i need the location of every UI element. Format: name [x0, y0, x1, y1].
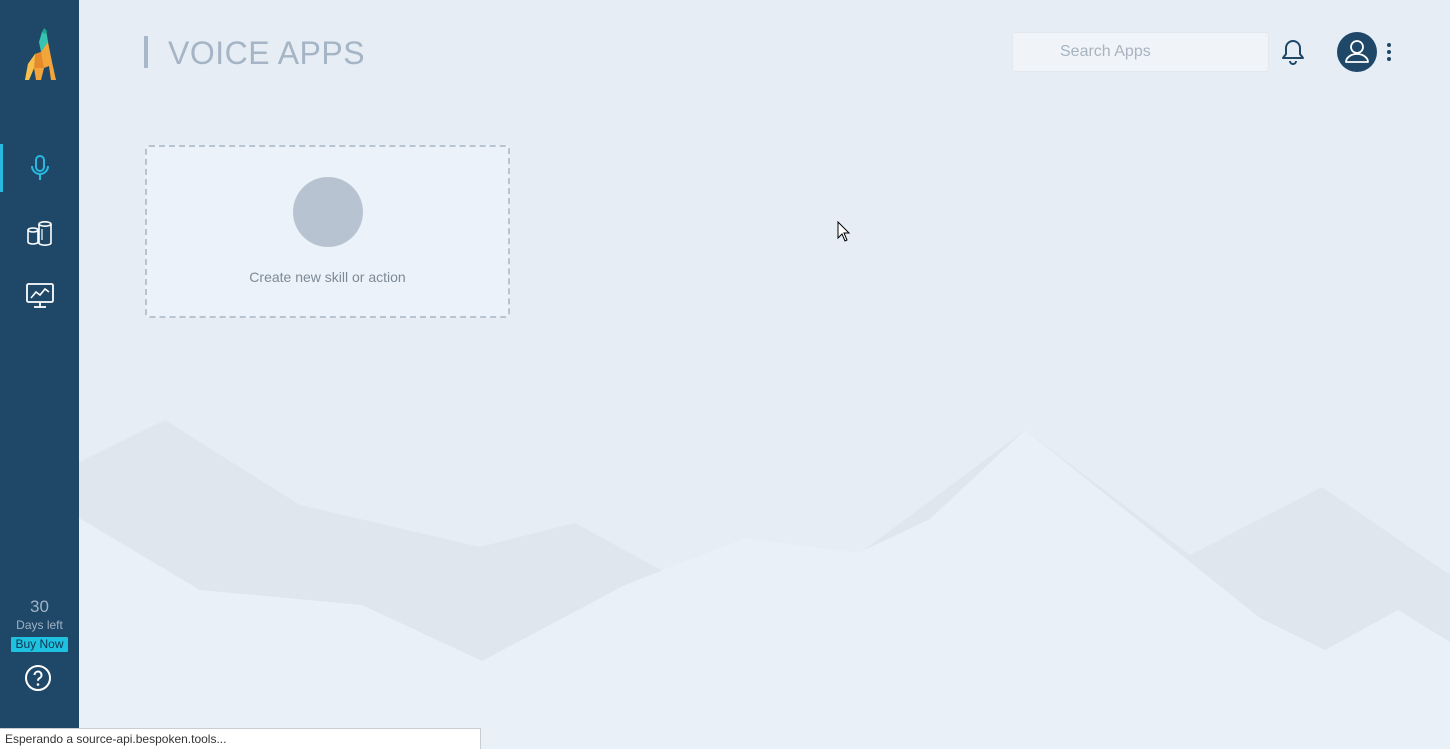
mouse-cursor-icon [837, 221, 851, 242]
kebab-menu-icon[interactable] [1382, 42, 1396, 62]
trial-days-label: Days left [16, 618, 63, 632]
browser-status-bar: Esperando a source-api.bespoken.tools... [0, 728, 481, 749]
user-avatar[interactable] [1337, 32, 1377, 72]
trial-info: 30 Days left Buy Now [0, 597, 79, 652]
llama-logo-icon[interactable] [22, 28, 58, 82]
create-plus-circle-icon [293, 177, 363, 247]
page-title: VOICE APPS [144, 36, 365, 70]
user-icon [1345, 40, 1369, 63]
sidebar-item-voice-apps[interactable] [0, 144, 79, 192]
search-box [1012, 32, 1269, 72]
background-mountains [79, 420, 1450, 749]
sidebar: 30 Days left Buy Now [0, 0, 79, 749]
trial-days-count: 30 [30, 597, 49, 616]
sidebar-item-monitoring[interactable] [0, 272, 79, 320]
search-input[interactable] [1013, 33, 1268, 71]
help-circle-icon[interactable] [24, 664, 52, 692]
microphone-icon [30, 155, 49, 180]
create-skill-card[interactable]: Create new skill or action [145, 145, 510, 318]
monitor-chart-icon [25, 283, 54, 308]
sidebar-item-devices[interactable] [0, 210, 79, 258]
devices-icon [26, 220, 52, 246]
bell-icon[interactable] [1280, 38, 1306, 66]
create-skill-label: Create new skill or action [249, 269, 406, 285]
buy-now-button[interactable]: Buy Now [11, 637, 68, 652]
